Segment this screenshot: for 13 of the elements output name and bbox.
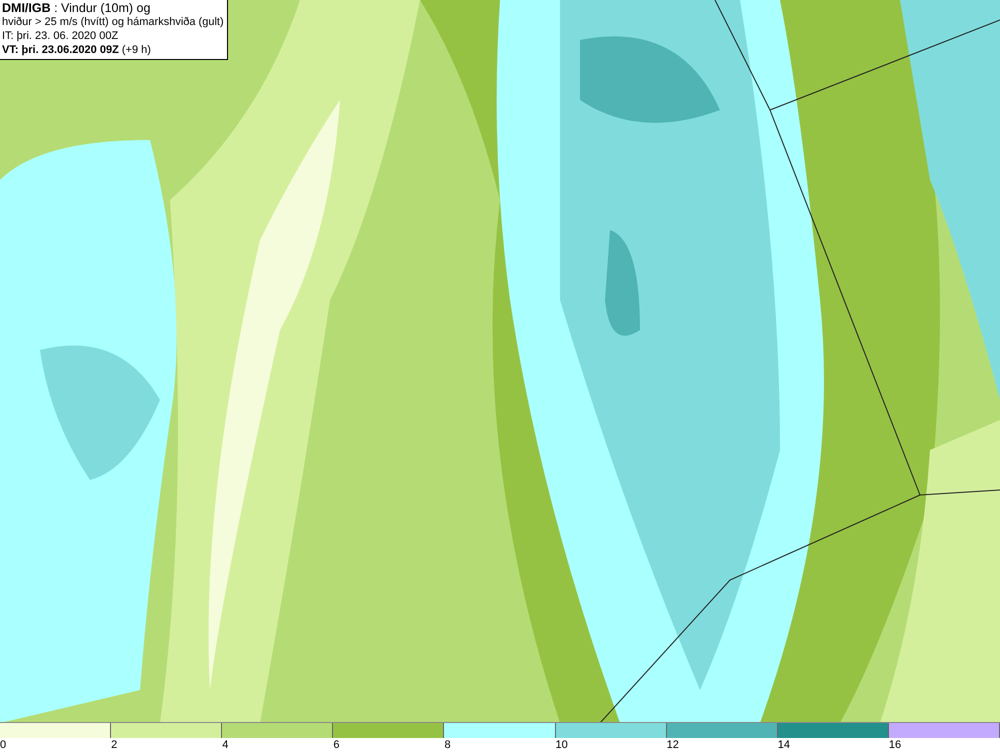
legend-label: 12 bbox=[666, 738, 679, 752]
title-line: IT: þri. 23. 06. 2020 00Z bbox=[2, 29, 120, 43]
legend-label: 14 bbox=[778, 738, 790, 752]
legend-label: 16 bbox=[888, 738, 902, 752]
legend-label: 0 bbox=[0, 738, 6, 752]
title-line: DMI/IGB : Vindur (10m) og bbox=[2, 1, 152, 15]
legend-label: 4 bbox=[222, 738, 228, 752]
title-line: VT: þri. 23.06.2020 09Z (+9 h) bbox=[2, 43, 152, 57]
title-line: hviður > 25 m/s (hvítt) og hámarkshviða (gult) bbox=[2, 15, 224, 29]
legend-label: 2 bbox=[111, 738, 118, 752]
legend-label: 6 bbox=[333, 738, 340, 752]
legend-label: 8 bbox=[444, 738, 451, 752]
legend-label: 10 bbox=[556, 738, 568, 752]
